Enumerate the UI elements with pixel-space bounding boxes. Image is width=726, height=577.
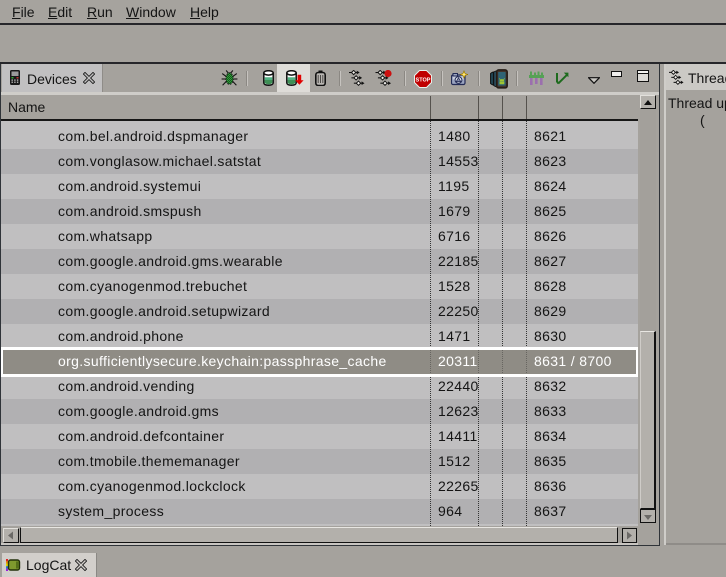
svg-text:STOP: STOP xyxy=(416,78,431,84)
